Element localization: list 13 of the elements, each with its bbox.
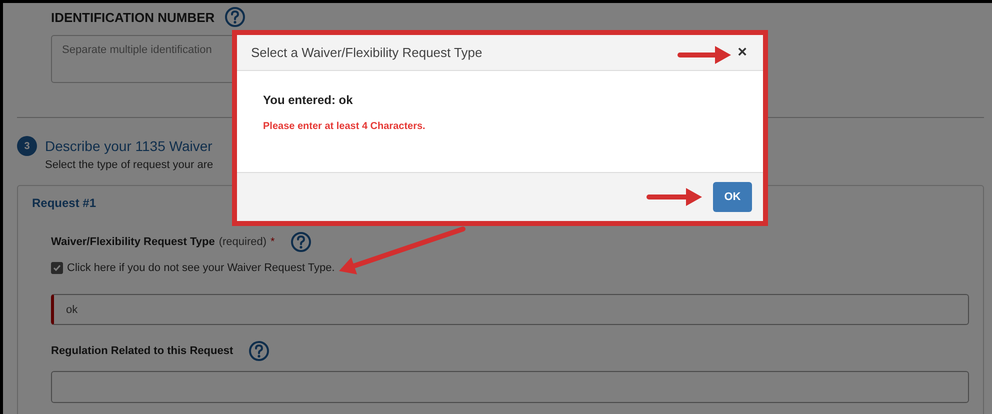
section-subtitle: Select the type of request your are bbox=[44, 159, 214, 171]
section-title: Describe your 1135 Waiver bbox=[45, 138, 212, 154]
field-label: Waiver/Flexibility Request Type bbox=[51, 236, 215, 248]
field-label: IDENTIFICATION NUMBER bbox=[51, 10, 215, 24]
required-mark: * bbox=[270, 236, 275, 248]
dialog-title: Select a Waiver/Flexibility Request Type bbox=[251, 45, 482, 60]
field-label: Regulation Related to this Request bbox=[51, 345, 234, 357]
step-number: 3 bbox=[17, 136, 37, 156]
checkbox-label: Click here if you do not see your Waiver Request Type. bbox=[67, 262, 335, 274]
required-note: (required) bbox=[218, 236, 267, 248]
dialog-message: You entered: ok bbox=[263, 93, 354, 107]
error-message: Please enter at least 4 Characters. bbox=[263, 121, 426, 132]
card-title: Request #1 bbox=[32, 196, 96, 210]
